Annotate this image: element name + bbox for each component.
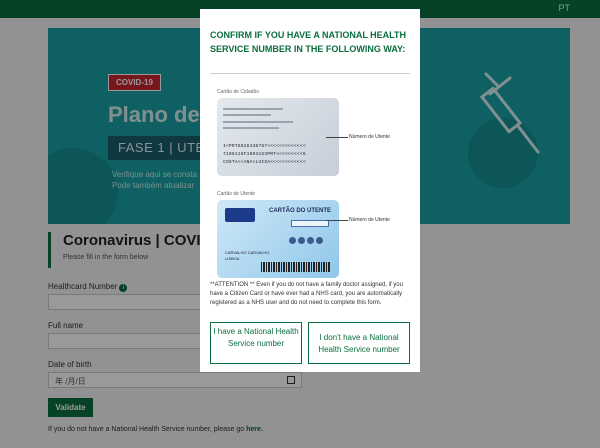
health-card-caption: Cartão de Utente xyxy=(217,191,256,197)
citizen-card-caption: Cartão de Cidadão xyxy=(217,89,259,95)
mrz-line: 7106118F1003153PRT<<<<<<<<<6 xyxy=(223,152,306,157)
nhs-confirm-modal: CONFIRM IF YOU HAVE A NATIONAL HEALTH SE… xyxy=(200,9,420,372)
modal-divider xyxy=(210,73,410,74)
card2-title: CARTÃO DO UTENTE xyxy=(269,208,331,214)
card2-dots xyxy=(289,231,329,244)
no-nhs-number-button[interactable]: I don't have a National Health Service n… xyxy=(308,322,410,364)
pointer-label: Número de Utente xyxy=(349,217,390,223)
card2-city: LISBOA xyxy=(225,256,240,261)
pointer-line xyxy=(326,220,348,221)
pointer-label: Número de Utente xyxy=(349,134,390,140)
pointer-line xyxy=(326,137,348,138)
attention-note: **ATTENTION ** Even if you do not have a… xyxy=(210,282,403,306)
barcode xyxy=(261,262,331,272)
mrz-line: COSTA<<ANA<LUISA<<<<<<<<<<<< xyxy=(223,160,306,165)
mrz-line: I<PRT8828438787<<<<<<<<<<<<< xyxy=(223,144,306,149)
citizen-card-image: I<PRT8828438787<<<<<<<<<<<<< 7106118F100… xyxy=(217,98,339,176)
health-card-image: CARTÃO DO UTENTE CARVALHO CARVALHO LISBO… xyxy=(217,200,339,278)
modal-title: CONFIRM IF YOU HAVE A NATIONAL HEALTH SE… xyxy=(210,30,406,54)
have-nhs-number-button[interactable]: I have a National Health Service number xyxy=(210,322,302,364)
card2-number-box xyxy=(291,220,329,227)
card2-names: CARVALHO CARVALHO xyxy=(225,250,270,255)
sns-logo xyxy=(225,208,255,222)
